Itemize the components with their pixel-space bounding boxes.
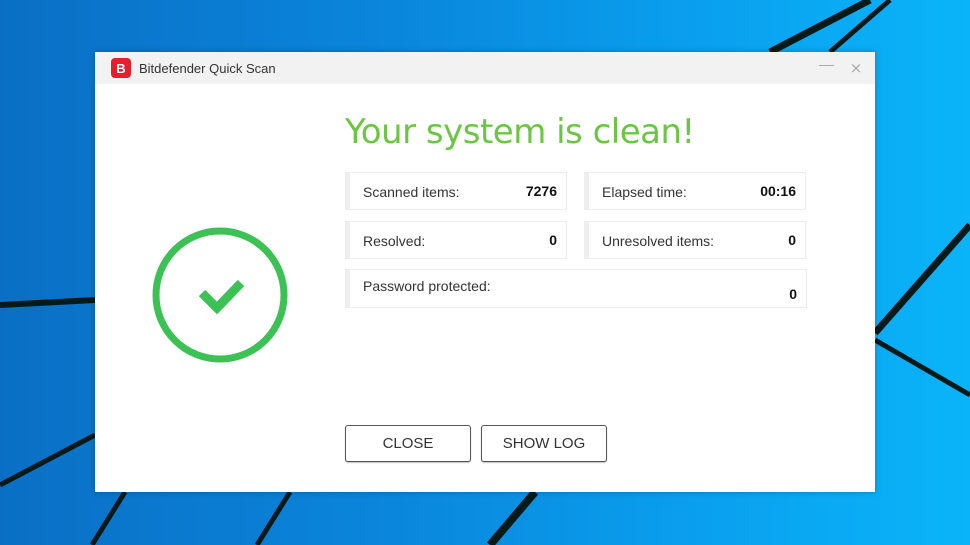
quick-scan-window: B Bitdefender Quick Scan × Your system i… bbox=[95, 52, 875, 492]
close-icon: × bbox=[849, 59, 863, 77]
stat-value: 0 bbox=[549, 232, 557, 248]
status-ring bbox=[152, 227, 288, 363]
close-window-button[interactable]: × bbox=[845, 58, 867, 78]
wallpaper-line bbox=[873, 337, 970, 398]
wallpaper-line bbox=[89, 490, 128, 545]
stat-value: 0 bbox=[788, 232, 796, 248]
title-bar[interactable]: B Bitdefender Quick Scan × bbox=[95, 52, 875, 84]
wallpaper-line bbox=[0, 432, 97, 488]
stat-label: Elapsed time: bbox=[602, 184, 687, 200]
stat-value: 0 bbox=[789, 286, 797, 302]
stat-label: Resolved: bbox=[363, 233, 426, 249]
stat-scanned-items: Scanned items: 7276 bbox=[345, 172, 567, 210]
stat-label: Scanned items: bbox=[363, 184, 460, 200]
stat-password-protected: Password protected: 0 bbox=[345, 269, 807, 308]
stat-unresolved-items: Unresolved items: 0 bbox=[584, 221, 806, 259]
minimize-icon bbox=[818, 65, 834, 66]
check-circle-icon bbox=[152, 227, 288, 363]
checkmark-icon bbox=[198, 279, 245, 315]
close-button[interactable]: CLOSE bbox=[345, 425, 471, 462]
wallpaper-line bbox=[486, 489, 539, 545]
bitdefender-logo-icon: B bbox=[111, 58, 131, 78]
show-log-button[interactable]: SHOW LOG bbox=[481, 425, 607, 462]
wallpaper-line bbox=[768, 0, 872, 56]
wallpaper-line bbox=[872, 222, 970, 336]
scan-result-headline: Your system is clean! bbox=[345, 112, 695, 152]
stat-elapsed-time: Elapsed time: 00:16 bbox=[584, 172, 806, 210]
stat-label: Unresolved items: bbox=[602, 233, 715, 249]
window-title: Bitdefender Quick Scan bbox=[139, 60, 276, 76]
stat-resolved: Resolved: 0 bbox=[345, 221, 567, 259]
wallpaper-line bbox=[0, 297, 96, 308]
wallpaper-line bbox=[254, 490, 293, 545]
stat-label: Password protected: bbox=[363, 278, 491, 294]
minimize-button[interactable] bbox=[815, 58, 837, 78]
stat-value: 00:16 bbox=[760, 183, 796, 199]
stat-value: 7276 bbox=[525, 183, 557, 199]
